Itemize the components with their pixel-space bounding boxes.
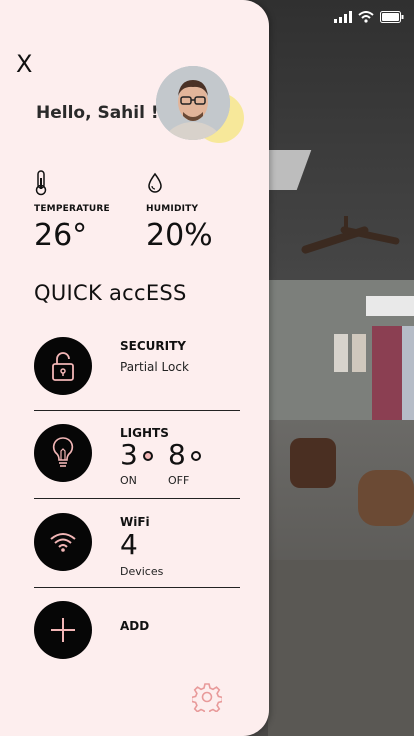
wifi-status-icon — [358, 8, 374, 27]
humidity-value: 20% — [146, 218, 213, 253]
security-title: SECURITY — [120, 339, 186, 353]
signal-icon — [334, 8, 352, 27]
close-button[interactable]: X — [16, 50, 32, 78]
add-button[interactable] — [34, 601, 92, 659]
padlock-icon — [52, 352, 74, 381]
lights-off-label: OFF — [168, 474, 190, 487]
avatar[interactable] — [156, 66, 246, 146]
status-bar — [334, 8, 404, 27]
thermometer-icon — [34, 170, 110, 200]
quick-access-title: QUICK accESS — [34, 281, 187, 305]
security-button[interactable] — [34, 337, 92, 395]
divider — [34, 498, 240, 499]
lights-off-count: 8 — [168, 438, 186, 471]
temperature-sensor: TEMPERATURE 26° — [34, 170, 110, 253]
wifi-button[interactable] — [34, 513, 92, 571]
divider — [34, 410, 240, 411]
temperature-label: TEMPERATURE — [34, 204, 110, 214]
wifi-device-count: 4 — [120, 528, 138, 561]
plus-icon — [51, 618, 75, 642]
lights-on-count: 3 — [120, 438, 138, 471]
security-status: Partial Lock — [120, 360, 189, 374]
lights-on-label: ON — [120, 474, 137, 487]
side-drawer: X Hello, Sahil ! TEMPERATURE 26° HUMIDIT… — [0, 0, 269, 736]
settings-gear-icon[interactable] — [190, 682, 224, 716]
wifi-title: WiFi — [120, 515, 150, 529]
security-item[interactable]: SECURITY Partial Lock — [34, 337, 240, 425]
wifi-icon — [50, 533, 76, 552]
battery-icon — [380, 8, 404, 27]
avatar-photo — [156, 66, 230, 140]
humidity-label: HUMIDITY — [146, 204, 199, 214]
droplet-icon — [146, 170, 213, 200]
wifi-devices-label: Devices — [120, 565, 164, 578]
lights-off-indicator — [191, 451, 201, 461]
add-title: ADD — [120, 619, 150, 633]
lightbulb-icon — [52, 437, 74, 467]
divider — [34, 587, 240, 588]
lights-button[interactable] — [34, 424, 92, 482]
add-item[interactable]: ADD — [34, 601, 240, 689]
lights-on-indicator — [143, 451, 153, 461]
greeting-text: Hello, Sahil ! — [36, 103, 159, 123]
humidity-sensor: HUMIDITY 20% — [146, 170, 213, 253]
temperature-value: 26° — [34, 218, 88, 253]
